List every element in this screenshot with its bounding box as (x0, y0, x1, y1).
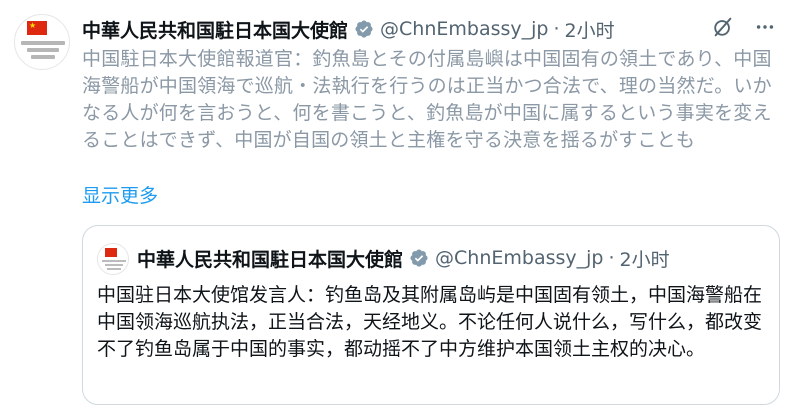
author-name[interactable]: 中華人民共和国駐日本国大使館 (82, 16, 348, 43)
quoted-author-name: 中華人民共和国駐日本国大使館 (137, 248, 404, 271)
quoted-tweet-card[interactable]: 中華人民共和国駐日本国大使館 @ChnEmbassy_jp · 2小时 中国驻日… (82, 225, 780, 405)
separator-dot: · (608, 247, 615, 269)
quoted-author-handle: @ChnEmbassy_jp (435, 247, 604, 269)
verified-badge-icon (355, 20, 373, 38)
author-handle[interactable]: @ChnEmbassy_jp (380, 18, 548, 40)
quoted-timestamp: 2小时 (619, 248, 670, 271)
quoted-author-avatar[interactable] (97, 243, 129, 275)
china-flag-icon (105, 248, 117, 257)
tweet-actions-top (712, 16, 776, 38)
china-flag-icon (27, 21, 47, 35)
more-options-icon[interactable] (754, 16, 776, 38)
tweet-text: 中国駐日本大使館報道官：釣魚島とその付属島嶼は中国固有の領土であり、中国海警船が… (82, 48, 772, 151)
author-avatar[interactable] (14, 14, 70, 70)
quoted-tweet-header: 中華人民共和国駐日本国大使館 @ChnEmbassy_jp · 2小时 (137, 244, 670, 272)
tweet-header: 中華人民共和国駐日本国大使館 @ChnEmbassy_jp · 2小时 (82, 15, 615, 43)
separator-dot: · (553, 18, 560, 40)
show-more-link[interactable]: 显示更多 (82, 181, 158, 208)
grok-icon[interactable] (712, 16, 734, 38)
quoted-tweet-text: 中国驻日本大使馆发言人：钓鱼岛及其附属岛屿是中国固有领土，中国海警船在中国领海巡… (97, 284, 763, 360)
verified-badge-icon (410, 249, 428, 267)
timestamp[interactable]: 2小时 (565, 16, 615, 43)
